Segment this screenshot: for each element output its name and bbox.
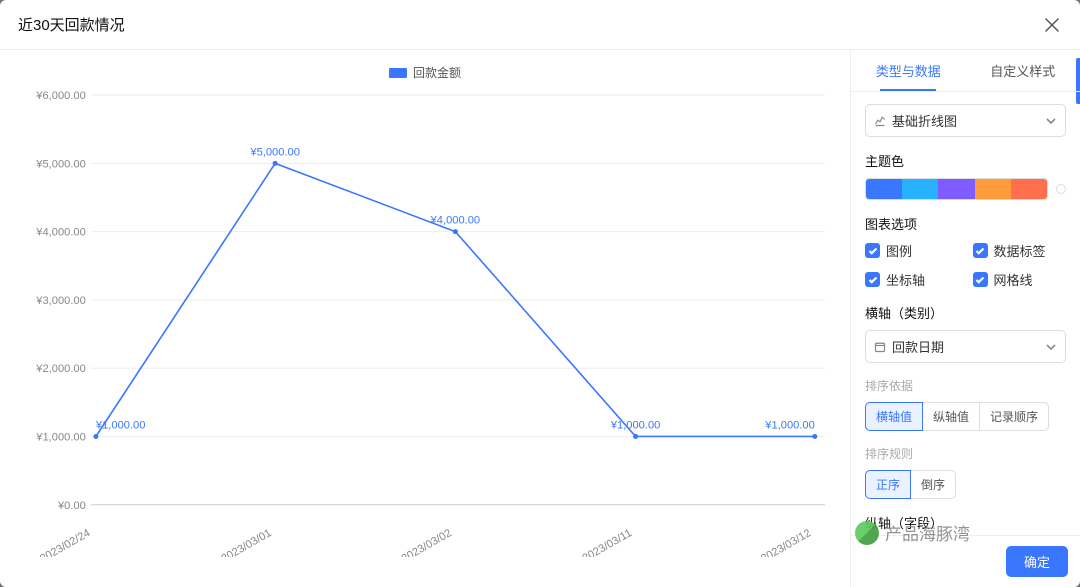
theme-dropdown[interactable] — [1056, 184, 1066, 194]
chevron-down-icon — [1045, 115, 1057, 127]
line-chart-icon — [874, 115, 886, 127]
modal-window: 近30天回款情况 回款金额 ¥6,000.00 ¥5,000.00 ¥4,000… — [0, 0, 1080, 587]
sidebar-footer: 确定 — [851, 535, 1080, 587]
legend-label: 回款金额 — [413, 64, 461, 81]
sortby-yvalue[interactable]: 纵轴值 — [923, 402, 980, 431]
tab-type-data[interactable]: 类型与数据 — [851, 50, 966, 91]
theme-section: 主题色 — [865, 151, 1066, 200]
y-axis: ¥6,000.00 ¥5,000.00 ¥4,000.00 ¥3,000.00 … — [35, 90, 825, 512]
svg-text:¥1,000.00: ¥1,000.00 — [95, 419, 146, 431]
yaxis-label: 纵轴（字段） — [865, 513, 1066, 532]
config-sidebar: 类型与数据 自定义样式 基础折线图 主题色 — [850, 50, 1080, 587]
sort-by-label: 排序依据 — [865, 377, 1066, 394]
sidebar-tabs: 类型与数据 自定义样式 — [851, 50, 1080, 92]
svg-text:¥4,000.00: ¥4,000.00 — [35, 227, 86, 239]
svg-text:¥2,000.00: ¥2,000.00 — [35, 363, 86, 375]
theme-palette[interactable] — [865, 178, 1048, 200]
chart-svg: ¥6,000.00 ¥5,000.00 ¥4,000.00 ¥3,000.00 … — [20, 85, 830, 557]
xaxis-label: 横轴（类别） — [865, 303, 1066, 322]
x-axis: 2023/02/24 2023/03/01 2023/03/02 2023/03… — [38, 527, 813, 557]
check-axes[interactable]: 坐标轴 — [865, 270, 959, 289]
check-icon — [975, 275, 985, 285]
modal-title: 近30天回款情况 — [18, 14, 125, 35]
sortrule-asc[interactable]: 正序 — [865, 470, 911, 499]
options-label: 图表选项 — [865, 214, 1066, 233]
theme-label: 主题色 — [865, 151, 1066, 170]
sortrule-desc[interactable]: 倒序 — [911, 470, 956, 499]
check-icon — [975, 246, 985, 256]
svg-text:¥6,000.00: ¥6,000.00 — [35, 90, 86, 102]
chart-area: 回款金额 ¥6,000.00 ¥5,000.00 ¥4,000.00 ¥3,00… — [0, 50, 850, 587]
xaxis-field-label: 回款日期 — [892, 337, 944, 356]
check-legend[interactable]: 图例 — [865, 241, 959, 260]
sortby-record[interactable]: 记录顺序 — [980, 402, 1049, 431]
svg-text:¥3,000.00: ¥3,000.00 — [35, 295, 86, 307]
xaxis-field-select[interactable]: 回款日期 — [865, 330, 1066, 363]
modal-body: 回款金额 ¥6,000.00 ¥5,000.00 ¥4,000.00 ¥3,00… — [0, 50, 1080, 587]
check-datalabel[interactable]: 数据标签 — [973, 241, 1067, 260]
chart-plot: ¥6,000.00 ¥5,000.00 ¥4,000.00 ¥3,000.00 … — [20, 85, 830, 557]
chart-legend: 回款金额 — [20, 64, 830, 81]
chevron-down-icon — [1045, 341, 1057, 353]
sort-by-section: 排序依据 横轴值 纵轴值 记录顺序 — [865, 377, 1066, 431]
calendar-icon — [874, 341, 886, 353]
svg-text:2023/03/01: 2023/03/01 — [219, 527, 273, 557]
sortby-xvalue[interactable]: 横轴值 — [865, 402, 923, 431]
tab-custom-style[interactable]: 自定义样式 — [966, 50, 1080, 91]
legend-swatch — [389, 68, 407, 78]
sort-rule-label: 排序规则 — [865, 445, 1066, 462]
titlebar: 近30天回款情况 — [0, 0, 1080, 50]
svg-text:¥1,000.00: ¥1,000.00 — [35, 432, 86, 444]
svg-text:2023/03/12: 2023/03/12 — [759, 527, 813, 557]
svg-text:¥4,000.00: ¥4,000.00 — [430, 215, 481, 227]
sort-by-seg: 横轴值 纵轴值 记录顺序 — [865, 402, 1066, 431]
options-section: 图表选项 图例 数据标签 坐标轴 网格线 — [865, 214, 1066, 289]
sort-rule-seg: 正序 倒序 — [865, 470, 1066, 499]
close-icon[interactable] — [1042, 15, 1062, 35]
check-icon — [868, 275, 878, 285]
yaxis-section: 纵轴（字段） 统计字段数值 求和 回款金额 — [865, 513, 1066, 535]
svg-text:¥5,000.00: ¥5,000.00 — [249, 146, 300, 158]
sidebar-panel: 基础折线图 主题色 图表选项 — [851, 92, 1080, 535]
svg-text:¥1,000.00: ¥1,000.00 — [764, 419, 815, 431]
svg-text:¥0.00: ¥0.00 — [57, 500, 86, 512]
xaxis-section: 横轴（类别） 回款日期 — [865, 303, 1066, 363]
chart-type-label: 基础折线图 — [892, 111, 957, 130]
chart-type-select[interactable]: 基础折线图 — [865, 104, 1066, 137]
svg-text:2023/03/02: 2023/03/02 — [400, 527, 454, 557]
svg-text:¥1,000.00: ¥1,000.00 — [610, 419, 661, 431]
check-grid[interactable]: 网格线 — [973, 270, 1067, 289]
sort-rule-section: 排序规则 正序 倒序 — [865, 445, 1066, 499]
svg-text:2023/02/24: 2023/02/24 — [38, 527, 92, 557]
check-icon — [868, 246, 878, 256]
svg-text:¥5,000.00: ¥5,000.00 — [35, 158, 86, 170]
data-labels: ¥1,000.00 ¥5,000.00 ¥4,000.00 ¥1,000.00 … — [95, 146, 815, 431]
confirm-button[interactable]: 确定 — [1006, 546, 1068, 577]
svg-text:2023/03/11: 2023/03/11 — [581, 527, 635, 557]
